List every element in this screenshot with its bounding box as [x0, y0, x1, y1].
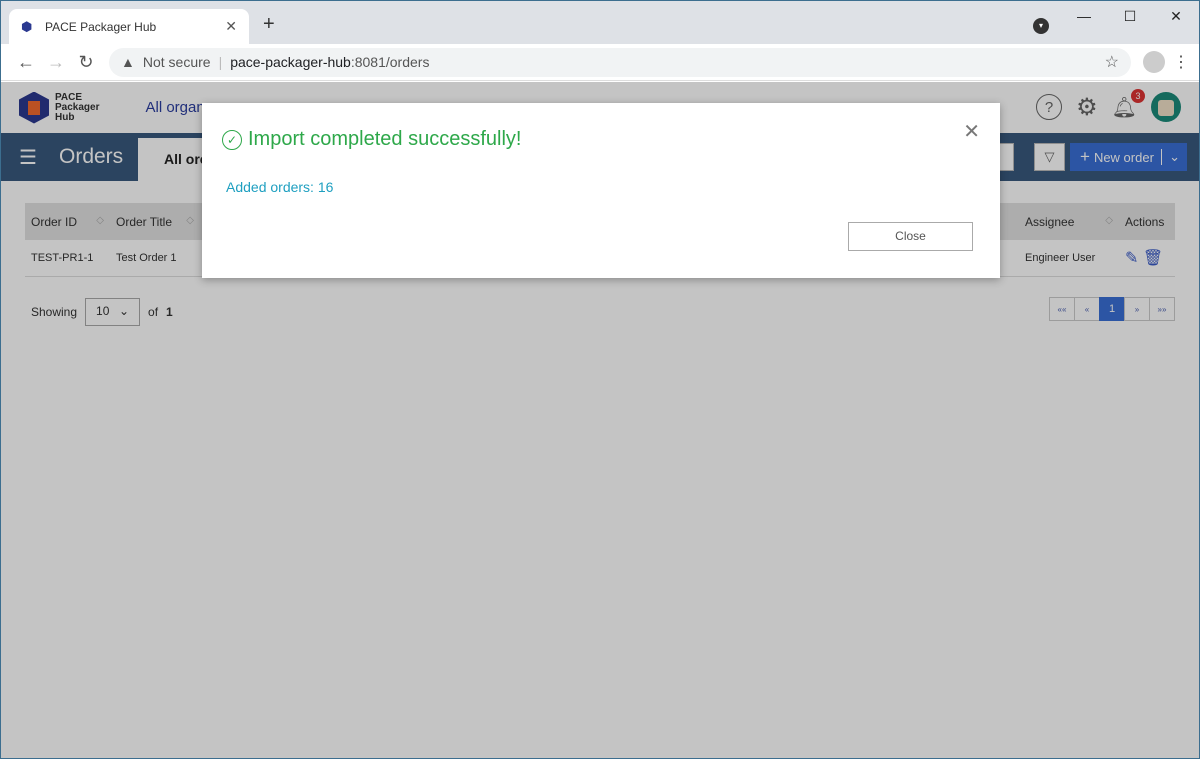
dialog-title: Import completed successfully! [248, 128, 522, 150]
close-icon[interactable]: ✕ [963, 119, 980, 144]
tab-search-icon[interactable]: ▾ [1033, 18, 1049, 34]
forward-icon[interactable]: → [41, 52, 71, 73]
check-circle-icon: ✓ [222, 129, 242, 150]
profile-icon[interactable] [1143, 51, 1165, 73]
browser-menu-icon[interactable]: ⋮ [1173, 52, 1189, 72]
browser-tab-bar: ⬢ PACE Packager Hub ✕ + ▾ — ☐ ✕ [1, 1, 1199, 44]
added-orders-message: Added orders: 16 [226, 179, 334, 195]
close-tab-icon[interactable]: ✕ [225, 18, 237, 35]
reload-icon[interactable]: ↻ [71, 52, 101, 73]
tab-title: PACE Packager Hub [45, 19, 157, 34]
back-icon[interactable]: ← [11, 52, 41, 73]
url-host: pace-packager-hub [230, 54, 351, 70]
app-favicon-icon: ⬢ [21, 18, 33, 34]
url-path: :8081/orders [350, 54, 430, 70]
close-button[interactable]: Close [848, 222, 973, 251]
not-secure-label: Not secure [142, 54, 211, 70]
import-result-dialog: ✓ Import completed successfully! ✕ Added … [202, 103, 1000, 278]
url-field[interactable]: ▲ Not secure | pace-packager-hub:8081/or… [109, 47, 1131, 77]
maximize-button[interactable]: ☐ [1107, 1, 1153, 31]
window-close-button[interactable]: ✕ [1153, 1, 1199, 31]
new-tab-button[interactable]: + [263, 13, 275, 36]
address-bar-row: ← → ↻ ▲ Not secure | pace-packager-hub:8… [1, 44, 1199, 81]
warning-icon: ▲ [121, 54, 135, 70]
bookmark-star-icon[interactable]: ☆ [1105, 52, 1119, 72]
minimize-button[interactable]: — [1061, 1, 1107, 31]
browser-tab[interactable]: ⬢ PACE Packager Hub ✕ [9, 9, 249, 44]
